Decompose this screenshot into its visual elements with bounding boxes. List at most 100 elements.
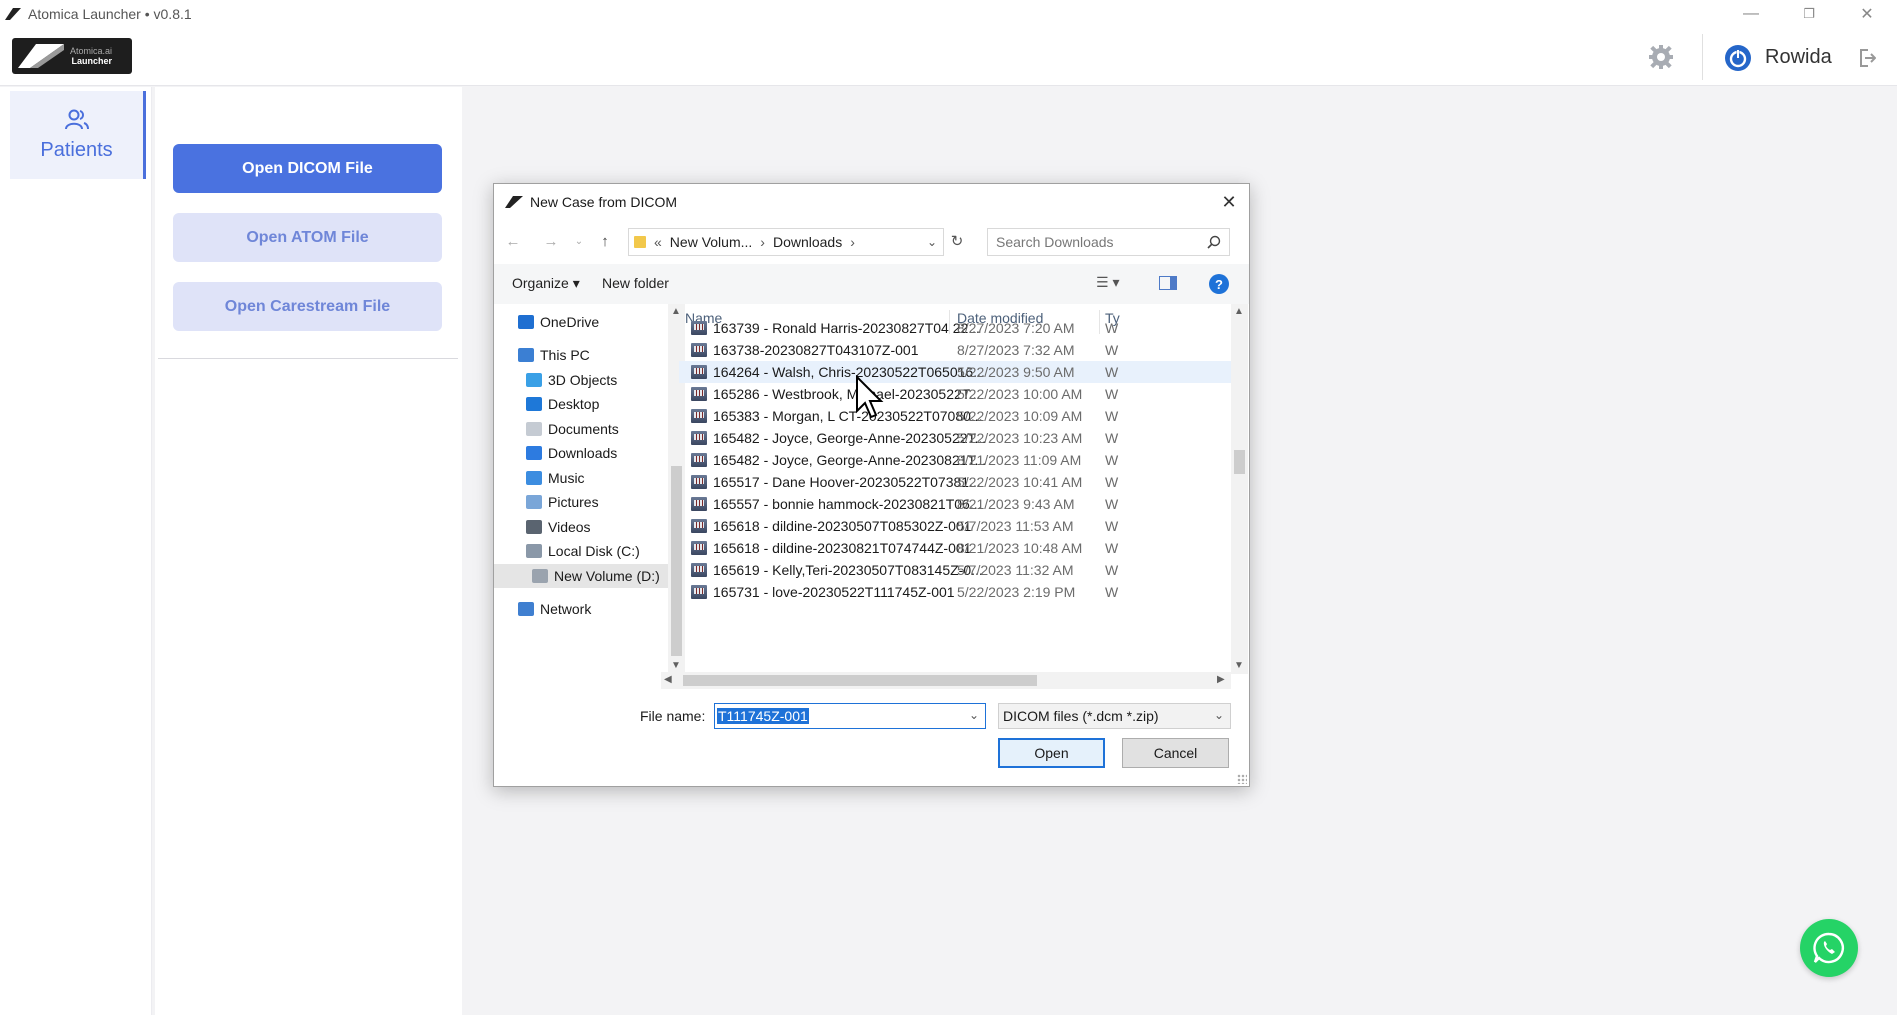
dialog-close-button[interactable]: ✕: [1217, 190, 1241, 214]
user-power-icon[interactable]: [1724, 44, 1752, 72]
file-row[interactable]: 165383 - Morgan, L CT-20230522T07080... 5…: [679, 405, 1231, 427]
file-type: W: [1105, 386, 1119, 402]
forward-arrow-icon[interactable]: →: [540, 229, 562, 253]
app-header: Atomica.ai Launcher: [0, 28, 1897, 86]
address-dropdown-icon[interactable]: ⌄: [927, 235, 937, 249]
minimize-button[interactable]: —: [1728, 0, 1774, 28]
breadcrumb-downloads[interactable]: Downloads: [773, 234, 842, 250]
refresh-icon[interactable]: ↻: [948, 232, 966, 250]
scroll-down-arrow-icon[interactable]: ▼: [1234, 660, 1244, 671]
breadcrumb-new-volume[interactable]: New Volum...: [670, 234, 752, 250]
zip-folder-icon: [691, 585, 707, 599]
scroll-left-arrow-icon[interactable]: ◀: [664, 674, 672, 685]
file-date: 8/21/2023 9:43 AM: [957, 496, 1075, 512]
horizontal-scrollbar[interactable]: ◀ ▶: [661, 672, 1231, 689]
file-row[interactable]: 165557 - bonnie hammock-20230821T06... 8/…: [679, 493, 1231, 515]
settings-gear-icon[interactable]: [1648, 44, 1674, 70]
file-type: W: [1105, 496, 1119, 512]
recent-locations-chevron-icon[interactable]: ⌄: [568, 229, 590, 253]
tree-item-videos[interactable]: Videos: [526, 515, 591, 539]
file-name-dropdown-icon[interactable]: ⌄: [969, 708, 979, 722]
filter-dropdown-icon[interactable]: ⌄: [1214, 708, 1224, 722]
logout-icon[interactable]: [1858, 48, 1876, 68]
tree-item-label: Pictures: [548, 494, 599, 510]
username[interactable]: Rowida: [1765, 46, 1832, 69]
tree-item-documents[interactable]: Documents: [526, 417, 619, 441]
tree-item-new-volume-d[interactable]: New Volume (D:): [494, 564, 669, 588]
open-dicom-button[interactable]: Open DICOM File: [173, 144, 442, 193]
preview-pane-icon[interactable]: [1159, 276, 1177, 290]
tree-item-pictures[interactable]: Pictures: [526, 490, 599, 514]
change-view-icon[interactable]: ☰ ▾: [1096, 274, 1119, 291]
dialog-titlebar: New Case from DICOM: [494, 184, 1249, 220]
file-name-value[interactable]: T111745Z-001: [717, 708, 809, 724]
tree-item-downloads[interactable]: Downloads: [526, 441, 617, 465]
file-row[interactable]: 165619 - Kelly,Teri-20230507T083145Z-0..…: [679, 559, 1231, 581]
tree-item-desktop[interactable]: Desktop: [526, 392, 599, 416]
file-row[interactable]: 165482 - Joyce, George-Anne-20230821T...…: [679, 449, 1231, 471]
file-date: 5/22/2023 10:23 AM: [957, 430, 1083, 446]
file-row[interactable]: 165286 - Westbrook, Michael-20230522T...…: [679, 383, 1231, 405]
restore-button[interactable]: ❐: [1786, 0, 1832, 28]
file-row[interactable]: 165482 - Joyce, George-Anne-20230522T...…: [679, 427, 1231, 449]
file-row[interactable]: 165618 - dildine-20230821T074744Z-001 8/2…: [679, 537, 1231, 559]
help-icon[interactable]: ?: [1209, 274, 1229, 294]
sort-ascending-icon: ^: [819, 304, 824, 309]
file-type: W: [1105, 342, 1119, 358]
zip-folder-icon: [691, 343, 707, 357]
tree-item-onedrive[interactable]: OneDrive: [518, 310, 599, 334]
file-scrollbar-thumb[interactable]: [1234, 450, 1245, 474]
navigation-tree: OneDrive This PC 3D Objects Desktop Document…: [494, 304, 669, 674]
close-window-button[interactable]: ✕: [1844, 0, 1890, 28]
file-date: 8/21/2023 11:09 AM: [957, 452, 1082, 468]
file-name: 163739 - Ronald Harris-20230827T04 22...: [713, 320, 980, 336]
tree-item-music[interactable]: Music: [526, 466, 585, 490]
tree-item-network[interactable]: Network: [518, 597, 591, 621]
tree-item-this-pc[interactable]: This PC: [518, 343, 590, 367]
open-atom-button[interactable]: Open ATOM File: [173, 213, 442, 262]
tree-item-3d-objects[interactable]: 3D Objects: [526, 368, 617, 392]
new-folder-button[interactable]: New folder: [602, 275, 669, 291]
file-row[interactable]: 165731 - love-20230522T111745Z-001 5/22/2…: [679, 581, 1231, 603]
nav-item-patients[interactable]: Patients: [10, 91, 146, 179]
tree-item-local-disk-c[interactable]: Local Disk (C:): [526, 539, 640, 563]
zip-folder-icon: [691, 321, 707, 335]
resize-grip[interactable]: [1237, 774, 1247, 784]
dialog-toolbar: Organize ▾ New folder ☰ ▾ ?: [494, 264, 1249, 304]
back-arrow-icon[interactable]: ←: [502, 229, 524, 253]
breadcrumb-separator-end[interactable]: ›: [850, 234, 855, 250]
address-bar[interactable]: « New Volum... › Downloads › ⌄: [628, 228, 944, 256]
whatsapp-chat-button[interactable]: [1800, 919, 1858, 977]
horizontal-scrollbar-thumb[interactable]: [683, 675, 1037, 686]
organize-button[interactable]: Organize ▾: [512, 275, 580, 292]
scroll-right-arrow-icon[interactable]: ▶: [1217, 674, 1225, 685]
zip-folder-icon: [691, 497, 707, 511]
file-row[interactable]: 164264 - Walsh, Chris-20230522T065016...…: [679, 361, 1231, 383]
file-type-filter[interactable]: DICOM files (*.dcm *.zip) ⌄: [998, 703, 1231, 729]
atomica-logo: Atomica.ai Launcher: [12, 38, 132, 74]
file-name: 165618 - dildine-20230821T074744Z-001: [713, 540, 972, 556]
dialog-title: New Case from DICOM: [530, 194, 678, 210]
open-carestream-button[interactable]: Open Carestream File: [173, 282, 442, 331]
file-date: 8/27/2023 7:32 AM: [957, 342, 1075, 358]
file-type: W: [1105, 430, 1119, 446]
file-row[interactable]: 163738-20230827T043107Z-001 8/27/2023 7:3…: [679, 339, 1231, 361]
tree-item-icon: [526, 471, 542, 485]
file-date: 5/22/2023 10:00 AM: [957, 386, 1083, 402]
file-row[interactable]: 165618 - dildine-20230507T085302Z-001 5/7…: [679, 515, 1231, 537]
zip-folder-icon: [691, 387, 707, 401]
tree-item-icon: [526, 544, 542, 558]
up-arrow-icon[interactable]: ↑: [594, 229, 616, 253]
file-row[interactable]: 165517 - Dane Hoover-20230522T07381... 5/…: [679, 471, 1231, 493]
left-navigation: Patients: [0, 87, 152, 1015]
cancel-button[interactable]: Cancel: [1122, 738, 1229, 768]
file-actions-panel: Open DICOM File Open ATOM File Open Care…: [155, 87, 462, 1015]
file-name-input[interactable]: T111745Z-001 ⌄: [714, 703, 986, 729]
open-button[interactable]: Open: [998, 738, 1105, 768]
scroll-up-arrow-icon[interactable]: ▲: [1234, 306, 1244, 317]
tree-item-icon: [518, 348, 534, 362]
search-input[interactable]: Search Downloads: [987, 228, 1230, 256]
file-list-scrollbar[interactable]: ▲ ▼: [1231, 304, 1248, 674]
file-name: 165619 - Kelly,Teri-20230507T083145Z-0..…: [713, 562, 983, 578]
file-row[interactable]: 163739 - Ronald Harris-20230827T04 22...…: [679, 317, 1231, 339]
